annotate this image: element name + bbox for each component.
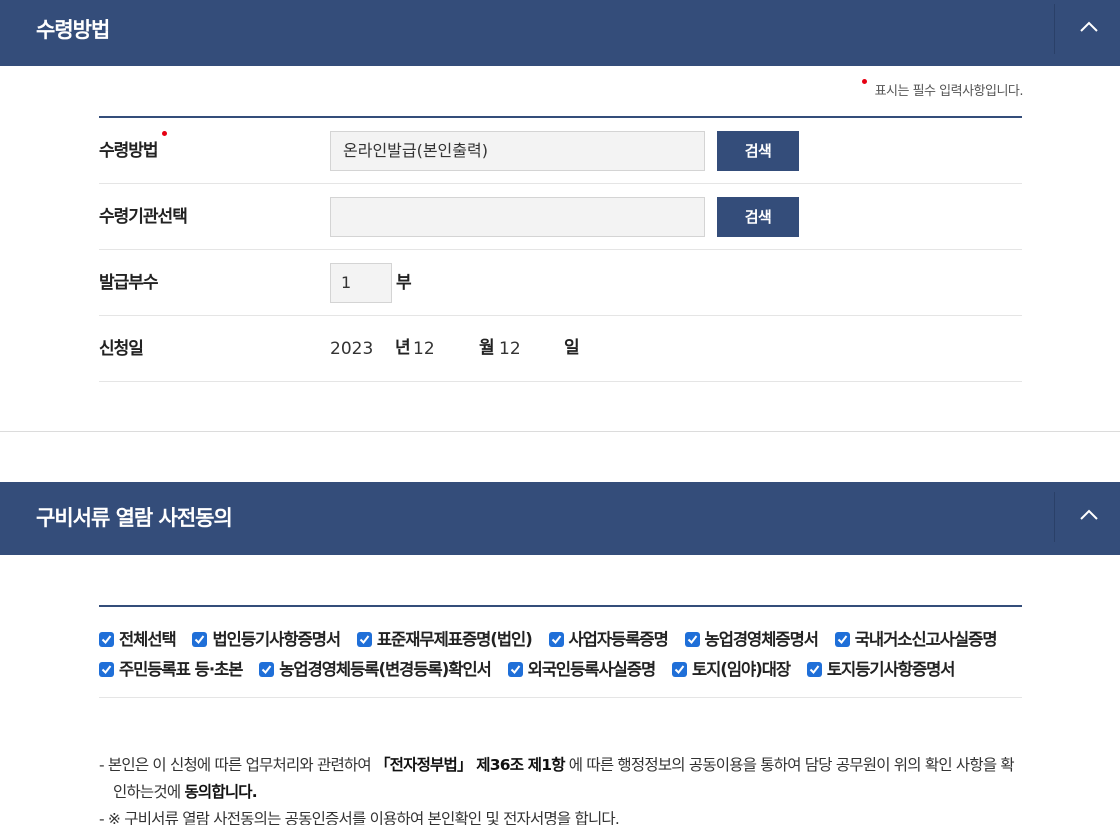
receive-method-label: 수령방법	[99, 118, 167, 184]
checkbox[interactable]	[99, 662, 114, 677]
checkbox-label: 토지등기사항증명서	[826, 660, 956, 679]
consent-checkbox-item[interactable]: 농업경영체증명서	[684, 630, 819, 649]
section-header-receive-method: 수령방법	[0, 0, 1120, 66]
checkbox-label: 농업경영체등록(변경등록)확인서	[279, 660, 492, 679]
section-divider	[0, 431, 1120, 432]
check-icon	[101, 665, 112, 675]
form-row-receive-institution: 수령기관선택 검색	[99, 184, 1022, 250]
consent-checkbox-item[interactable]: 법인등기사항증명서	[192, 630, 341, 649]
receive-method-search-button[interactable]: 검색	[717, 131, 799, 171]
checkbox[interactable]	[356, 632, 372, 647]
required-dot-icon	[161, 131, 167, 136]
checkbox[interactable]	[548, 632, 564, 647]
checkbox-label: 전체선택	[119, 630, 177, 649]
agree-text: 동의합니다.	[184, 783, 257, 801]
receive-method-field[interactable]: 온라인발급(본인출력)	[330, 131, 705, 171]
checkbox-label: 주민등록표 등·초본	[119, 660, 243, 679]
apply-date-year: 2023	[330, 339, 374, 359]
form-row-receive-method: 수령방법 온라인발급(본인출력) 검색	[99, 118, 1022, 184]
form-row-apply-date: 신청일 2023 년 12 월 12 일	[99, 316, 1022, 382]
checkbox-label: 토지(임야)대장	[691, 660, 791, 679]
law-reference: 「전자정부법」 제36조 제1항	[374, 756, 566, 774]
consent-checkbox-item[interactable]: 주민등록표 등·초본	[99, 660, 243, 679]
consent-checkbox-item[interactable]: 사업자등록증명	[548, 630, 669, 649]
check-icon	[687, 635, 697, 645]
check-icon	[674, 665, 685, 675]
consent-notice: - 본인은 이 신청에 따른 업무처리와 관련하여 「전자정부법」 제36조 제…	[99, 752, 1022, 825]
required-note: 표시는 필수 입력사항입니다.	[861, 79, 1024, 99]
receive-institution-label: 수령기관선택	[99, 207, 188, 227]
checkbox[interactable]	[684, 632, 700, 647]
copies-unit: 부	[396, 273, 412, 293]
checkbox-label: 표준재무제표증명(법인)	[376, 630, 533, 649]
notice-item: - 본인은 이 신청에 따른 업무처리와 관련하여 「전자정부법」 제36조 제…	[99, 756, 1015, 801]
consent-checkbox-item[interactable]: 토지(임야)대장	[671, 660, 791, 679]
check-icon	[510, 665, 520, 675]
copies-input[interactable]: 1	[330, 263, 392, 303]
receive-form-table: 수령방법 온라인발급(본인출력) 검색 수령기관선택 검색 발급부수 1 부 신…	[99, 116, 1022, 382]
consent-checkbox-group: 전체선택 법인등기사항증명서 표준재무제표증명(법인) 사업자등록증명 농업경영…	[99, 605, 1022, 698]
check-icon	[359, 635, 370, 645]
checkbox-label: 농업경영체증명서	[704, 630, 819, 649]
consent-checkbox-item[interactable]: 농업경영체등록(변경등록)확인서	[259, 660, 492, 679]
receive-institution-search-button[interactable]: 검색	[717, 197, 799, 237]
checkbox[interactable]	[192, 632, 208, 647]
month-unit: 월	[479, 338, 495, 358]
checkbox[interactable]	[99, 632, 114, 647]
required-dot-icon	[861, 79, 867, 84]
year-unit: 년	[395, 338, 411, 358]
chevron-up-icon	[1080, 509, 1098, 520]
check-icon	[809, 665, 820, 675]
apply-date-day: 12	[499, 339, 521, 359]
checkbox[interactable]	[671, 662, 687, 677]
check-icon	[101, 635, 112, 645]
section-title: 수령방법	[36, 18, 110, 42]
check-icon	[195, 635, 205, 645]
receive-institution-field[interactable]	[330, 197, 705, 237]
collapse-toggle-button[interactable]	[1054, 4, 1120, 54]
consent-checkbox-item[interactable]: 전체선택	[99, 630, 177, 649]
day-unit: 일	[564, 338, 580, 358]
checkbox[interactable]	[806, 662, 822, 677]
consent-checkbox-item[interactable]: 국내거소신고사실증명	[834, 630, 998, 649]
consent-checkbox-item[interactable]: 표준재무제표증명(법인)	[356, 630, 533, 649]
consent-checkbox-item[interactable]: 외국인등록사실증명	[507, 660, 657, 679]
checkbox[interactable]	[507, 662, 523, 677]
required-note-text: 표시는 필수 입력사항입니다.	[874, 84, 1024, 99]
check-icon	[837, 635, 848, 645]
checkbox-label: 사업자등록증명	[568, 630, 669, 649]
check-icon	[261, 665, 272, 675]
copies-label: 발급부수	[99, 273, 159, 293]
consent-checkbox-item[interactable]: 토지등기사항증명서	[806, 660, 956, 679]
notice-item: - ※ 구비서류 열람 사전동의는 공동인증서를 이용하여 본인확인 및 전자서…	[99, 810, 620, 825]
checkbox[interactable]	[259, 662, 275, 677]
collapse-toggle-button[interactable]	[1054, 492, 1120, 542]
form-row-copies: 발급부수 1 부	[99, 250, 1022, 316]
apply-date-month: 12	[413, 339, 435, 359]
section-title: 구비서류 열람 사전동의	[36, 506, 233, 530]
checkbox-label: 외국인등록사실증명	[527, 660, 657, 679]
checkbox-label: 법인등기사항증명서	[212, 630, 341, 649]
checkbox-label: 국내거소신고사실증명	[854, 630, 998, 649]
section-header-consent: 구비서류 열람 사전동의	[0, 482, 1120, 555]
checkbox[interactable]	[834, 632, 850, 647]
check-icon	[551, 635, 561, 645]
chevron-up-icon	[1080, 21, 1098, 32]
apply-date-label: 신청일	[99, 339, 144, 359]
